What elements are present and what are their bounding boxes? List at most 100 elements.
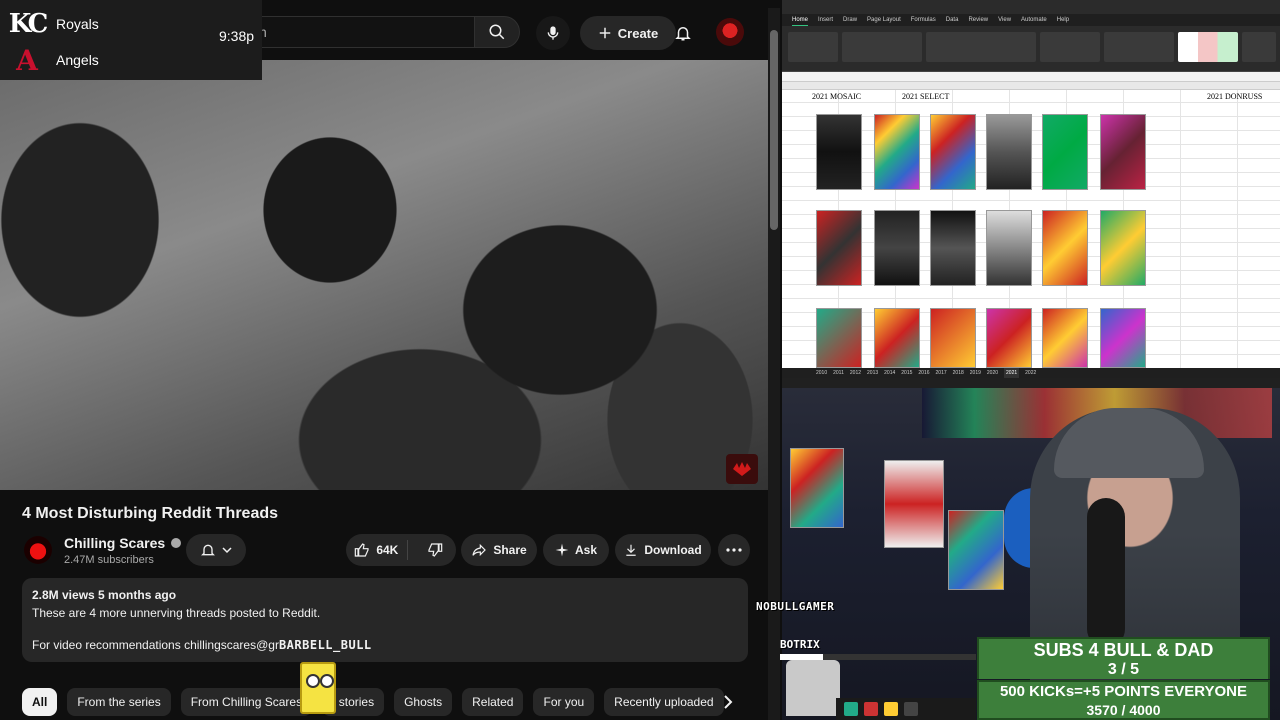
search-icon	[489, 24, 505, 40]
ribbon-tab[interactable]: Draw	[843, 14, 857, 26]
card-image[interactable]	[986, 114, 1032, 190]
card-image[interactable]	[930, 308, 976, 368]
formula-bar[interactable]	[782, 72, 1280, 82]
app-icon[interactable]	[884, 702, 898, 716]
subs-goal-count: 3 / 5	[1107, 661, 1140, 678]
heading-select: 2021 SELECT	[902, 92, 950, 101]
search-input[interactable]: h	[240, 16, 474, 48]
sheet-tab[interactable]: 2014	[884, 368, 895, 378]
video-player[interactable]	[0, 60, 768, 490]
filter-chip[interactable]: For you	[533, 688, 595, 716]
alignment-group[interactable]	[926, 32, 1036, 62]
ribbon-tab[interactable]: Help	[1057, 14, 1069, 26]
column-headers	[782, 82, 1280, 90]
ribbon-tab[interactable]: Review	[968, 14, 988, 26]
search-button[interactable]	[474, 16, 520, 48]
heading-mosaic: 2021 MOSAIC	[812, 92, 862, 101]
card-image[interactable]	[816, 210, 862, 286]
ask-button[interactable]: Ask	[543, 534, 609, 566]
card-image[interactable]	[986, 308, 1032, 368]
sheet-tab[interactable]: 2022	[1025, 368, 1036, 378]
sheet-tab[interactable]: 2016	[918, 368, 929, 378]
ribbon-tab[interactable]: Formulas	[911, 14, 936, 26]
like-button[interactable]: 64K	[346, 540, 408, 560]
dislike-button[interactable]	[414, 542, 456, 558]
number-group[interactable]	[1040, 32, 1100, 62]
card-image[interactable]	[1100, 210, 1146, 286]
card-image[interactable]	[1042, 210, 1088, 286]
ribbon-tab[interactable]: Insert	[818, 14, 833, 26]
card-image[interactable]	[816, 308, 862, 368]
bot-name: BOTRIX	[780, 638, 820, 651]
video-description[interactable]: 2.8M views 5 months ago These are 4 more…	[22, 578, 748, 662]
sheet-tab[interactable]: 2021	[1004, 368, 1020, 378]
sheet-tab[interactable]: 2012	[850, 368, 861, 378]
held-card	[790, 448, 844, 528]
sheet-tab[interactable]: 2011	[833, 368, 844, 378]
card-image[interactable]	[874, 114, 920, 190]
chevron-right-icon	[724, 695, 733, 709]
channel-name-text[interactable]: Chilling Scares	[64, 535, 165, 551]
font-group[interactable]	[842, 32, 922, 62]
app-icon[interactable]	[864, 702, 878, 716]
sheet-tab[interactable]: 2015	[901, 368, 912, 378]
filter-chip[interactable]: All	[22, 688, 58, 716]
ribbon-tab[interactable]: Home	[792, 14, 809, 26]
held-card	[948, 510, 1004, 590]
excel-ribbon	[782, 26, 1280, 72]
subscribed-button[interactable]	[186, 534, 246, 566]
sparkle-icon	[555, 543, 569, 557]
sheet-tab[interactable]: 2017	[936, 368, 947, 378]
pixel-character	[786, 660, 840, 716]
chips-next-button[interactable]	[716, 690, 740, 714]
cells-group[interactable]	[1242, 32, 1276, 62]
card-image[interactable]	[874, 210, 920, 286]
notifications-button[interactable]	[668, 18, 698, 48]
filter-chip[interactable]: Recently uploaded	[604, 688, 724, 716]
card-image[interactable]	[1100, 114, 1146, 190]
sheet-tab[interactable]: 2010	[816, 368, 827, 378]
clipboard-group[interactable]	[788, 32, 838, 62]
channel-watermark-icon[interactable]	[726, 454, 758, 484]
more-horizontal-icon	[726, 548, 742, 552]
ask-label: Ask	[574, 543, 597, 557]
app-icon[interactable]	[904, 702, 918, 716]
royals-logo-icon: KC	[8, 9, 49, 39]
app-icon[interactable]	[844, 702, 858, 716]
conditional-format-group[interactable]	[1104, 32, 1174, 62]
sheet-tab[interactable]: 2019	[970, 368, 981, 378]
filter-chip[interactable]: Ghosts	[394, 688, 453, 716]
account-avatar[interactable]	[716, 18, 744, 46]
sheet-tab[interactable]: 2020	[987, 368, 998, 378]
excel-title-bar	[782, 0, 1280, 14]
card-image[interactable]	[1100, 308, 1146, 368]
card-image[interactable]	[1042, 114, 1088, 190]
sheet-tab[interactable]: 2013	[867, 368, 878, 378]
card-image[interactable]	[874, 308, 920, 368]
ribbon-tab[interactable]: View	[998, 14, 1011, 26]
more-actions-button[interactable]	[718, 534, 750, 566]
sheet-tab[interactable]: 2018	[953, 368, 964, 378]
styles-group[interactable]	[1178, 32, 1238, 62]
filter-chip[interactable]: From the series	[67, 688, 171, 716]
download-button[interactable]: Download	[615, 534, 711, 566]
thumbs-up-icon	[355, 543, 369, 557]
ribbon-tab[interactable]: Data	[946, 14, 959, 26]
card-image[interactable]	[986, 210, 1032, 286]
card-image[interactable]	[930, 114, 976, 190]
voice-search-button[interactable]	[536, 16, 570, 50]
card-image[interactable]	[930, 210, 976, 286]
create-button[interactable]: Create	[580, 16, 676, 50]
card-image[interactable]	[816, 114, 862, 190]
share-button[interactable]: Share	[461, 534, 537, 566]
channel-avatar[interactable]	[24, 536, 52, 564]
scrollbar-thumb[interactable]	[770, 30, 778, 230]
bell-icon	[201, 544, 215, 556]
ribbon-tab[interactable]: Automate	[1021, 14, 1047, 26]
channel-name[interactable]: Chilling Scares	[64, 535, 182, 551]
filter-chip[interactable]: Related	[462, 688, 524, 716]
ribbon-tab[interactable]: Page Layout	[867, 14, 901, 26]
excel-window: Home Insert Draw Page Layout Formulas Data Rev…	[782, 0, 1280, 378]
filter-chip[interactable]: From Chilling Scares	[180, 688, 313, 716]
card-image[interactable]	[1042, 308, 1088, 368]
